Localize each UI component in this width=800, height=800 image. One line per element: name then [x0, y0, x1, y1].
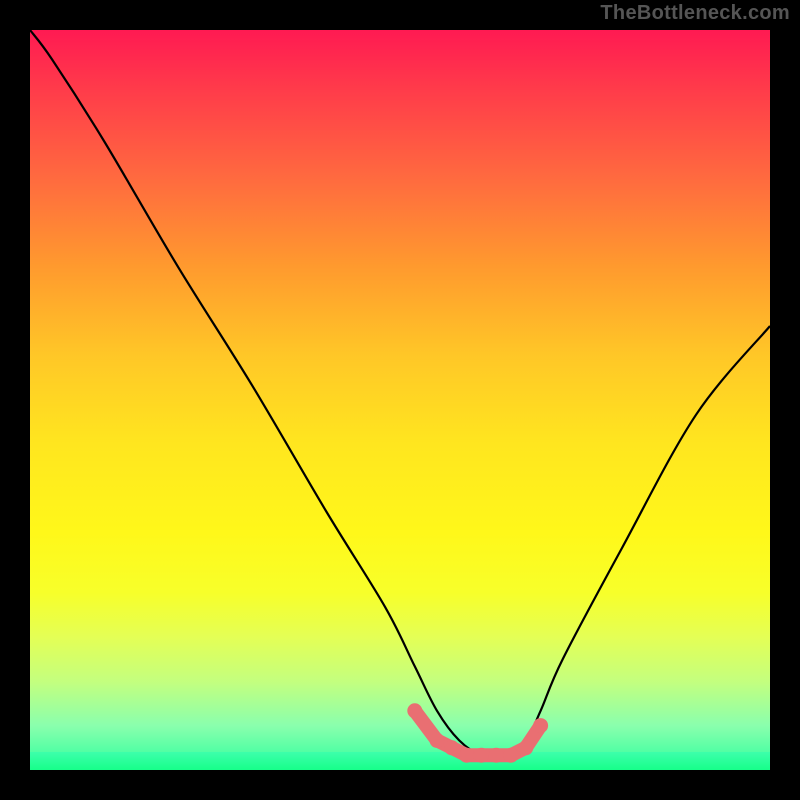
valley-marker: [444, 740, 459, 755]
valley-marker: [533, 718, 548, 733]
chart-frame: TheBottleneck.com: [0, 0, 800, 800]
bottleneck-curve: [30, 30, 770, 757]
valley-marker: [459, 748, 474, 763]
curve-layer: [30, 30, 770, 770]
valley-marker: [518, 740, 533, 755]
valley-marker: [489, 748, 504, 763]
valley-marker: [407, 703, 422, 718]
valley-marker: [430, 733, 445, 748]
watermark-text: TheBottleneck.com: [600, 2, 790, 25]
plot-area: [30, 30, 770, 770]
valley-marker: [504, 748, 519, 763]
valley-markers: [407, 703, 548, 762]
valley-marker: [474, 748, 489, 763]
